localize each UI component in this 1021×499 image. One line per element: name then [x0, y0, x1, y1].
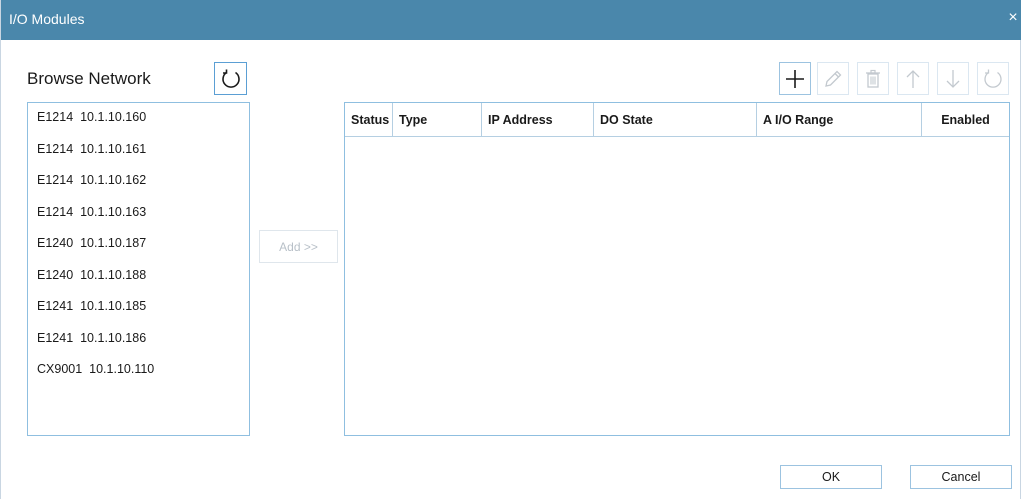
plus-icon [786, 69, 804, 88]
device-ip: 10.1.10.186 [80, 330, 147, 345]
network-device-list[interactable]: E1214 10.1.10.160 E1214 10.1.10.161 E1214 … [27, 102, 250, 436]
device-ip: 10.1.10.185 [80, 299, 147, 313]
browse-network-label: Browse Network [27, 69, 151, 88]
io-modules-dialog: I/O Modules × Browse Network E1214 10.1.… [0, 0, 1021, 499]
device-model: E1214 [37, 204, 74, 219]
refresh-icon [984, 69, 1002, 88]
add-button[interactable]: Add >> [259, 230, 338, 263]
list-item[interactable]: E1214 10.1.10.162 [37, 173, 146, 187]
pencil-icon [825, 70, 842, 87]
refresh-modules-button[interactable] [977, 62, 1009, 95]
device-model: CX9001 [37, 362, 83, 376]
edit-module-button[interactable] [817, 62, 849, 95]
list-item[interactable]: E1241 10.1.10.186 [37, 331, 146, 345]
column-header-aio-range[interactable]: A I/O Range [757, 103, 922, 137]
device-model: E1241 [37, 330, 74, 345]
move-up-button[interactable] [897, 62, 929, 95]
move-down-button[interactable] [937, 62, 969, 95]
column-header-type[interactable]: Type [393, 103, 482, 137]
device-ip: 10.1.10.160 [80, 110, 147, 124]
device-ip: 10.1.10.188 [80, 267, 147, 282]
window-title: I/O Modules [9, 11, 85, 27]
list-item[interactable]: E1214 10.1.10.161 [37, 142, 146, 156]
column-header-enabled[interactable]: Enabled [922, 103, 1009, 137]
device-model: E1214 [37, 110, 74, 124]
list-item[interactable]: E1240 10.1.10.188 [37, 268, 146, 282]
list-item[interactable]: E1214 10.1.10.160 [37, 110, 146, 124]
table-header: Status Type IP Address DO State A I/O Ra… [345, 103, 1009, 137]
arrow-up-icon [906, 69, 920, 88]
column-header-status[interactable]: Status [345, 103, 393, 137]
browse-refresh-button[interactable] [214, 62, 247, 95]
arrow-down-icon [946, 69, 960, 88]
device-model: E1240 [37, 236, 74, 250]
title-bar[interactable]: I/O Modules × [1, 0, 1021, 40]
device-model: E1240 [37, 267, 74, 282]
device-model: E1214 [37, 173, 74, 187]
device-ip: 10.1.10.163 [80, 204, 147, 219]
device-ip: 10.1.10.187 [80, 236, 147, 250]
add-module-button[interactable] [779, 62, 811, 95]
cancel-button[interactable]: Cancel [910, 465, 1012, 489]
modules-table[interactable]: Status Type IP Address DO State A I/O Ra… [344, 102, 1010, 436]
column-header-ip-address[interactable]: IP Address [482, 103, 594, 137]
list-item[interactable]: E1241 10.1.10.185 [37, 299, 146, 313]
column-header-do-state[interactable]: DO State [594, 103, 757, 137]
close-icon[interactable]: × [1006, 10, 1020, 26]
device-model: E1241 [37, 299, 74, 313]
trash-icon [866, 69, 880, 88]
list-item[interactable]: CX9001 10.1.10.110 [37, 362, 154, 376]
list-item[interactable]: E1214 10.1.10.163 [37, 205, 146, 219]
device-ip: 10.1.10.161 [80, 141, 147, 156]
ok-button[interactable]: OK [780, 465, 882, 489]
list-item[interactable]: E1240 10.1.10.187 [37, 236, 146, 250]
refresh-icon [221, 69, 240, 88]
delete-module-button[interactable] [857, 62, 889, 95]
device-model: E1214 [37, 141, 74, 156]
device-ip: 10.1.10.110 [89, 362, 155, 376]
device-ip: 10.1.10.162 [80, 173, 147, 187]
